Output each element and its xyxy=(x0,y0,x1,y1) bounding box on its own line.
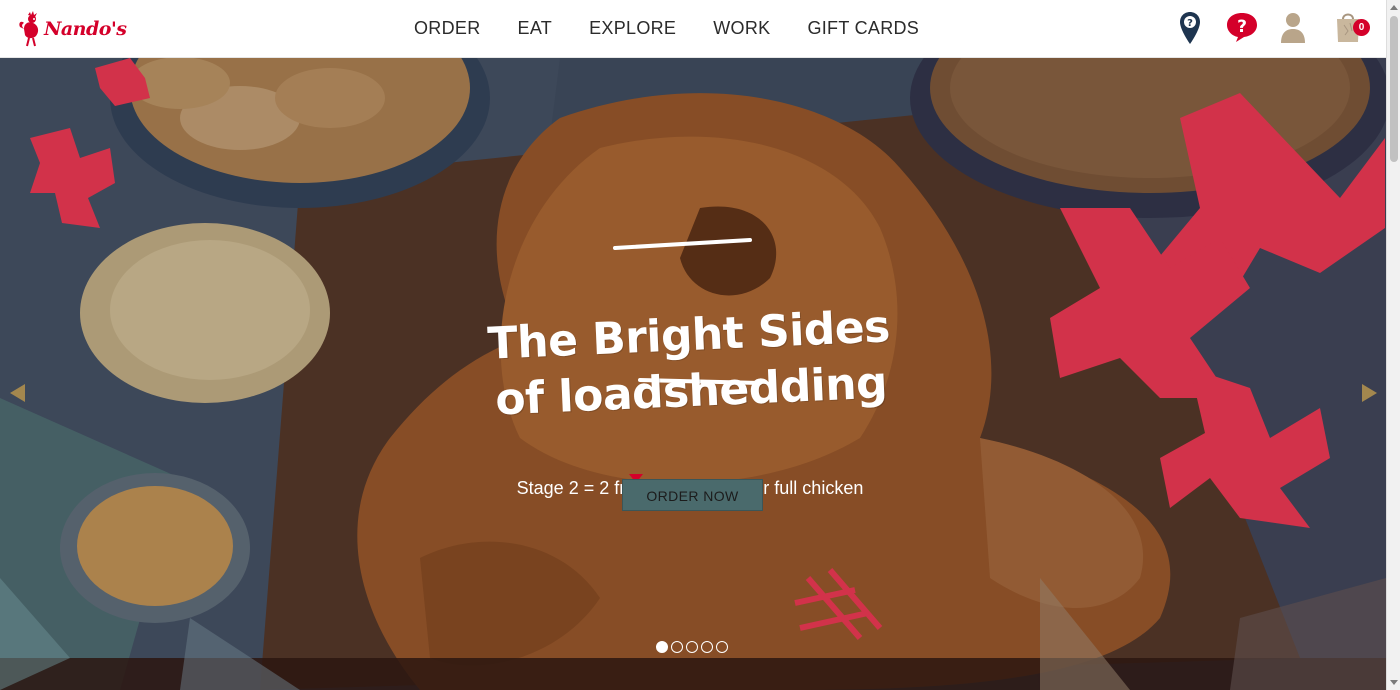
nav-item-gift-cards[interactable]: GIFT CARDS xyxy=(807,18,919,39)
carousel-dot-5[interactable] xyxy=(716,641,728,653)
nav-item-order[interactable]: ORDER xyxy=(414,18,481,39)
carousel-dot-3[interactable] xyxy=(686,641,698,653)
rooster-logo-icon xyxy=(19,11,39,47)
carousel-dots xyxy=(656,641,728,653)
carousel-next-arrow-icon[interactable] xyxy=(1362,384,1377,402)
nandos-logo[interactable]: Nando's xyxy=(16,8,140,50)
hero-title: The Bright Sides of loadshedding xyxy=(468,298,912,429)
svg-text:?: ? xyxy=(1187,18,1193,29)
nav-item-explore[interactable]: EXPLORE xyxy=(589,18,676,39)
site-header: Nando's ORDER EAT EXPLORE WORK GIFT CARD… xyxy=(0,0,1386,58)
shopping-bag-icon[interactable]: 0 xyxy=(1334,9,1370,45)
scroll-down-arrow-icon[interactable] xyxy=(1390,680,1398,685)
user-account-icon[interactable] xyxy=(1279,11,1307,49)
cart-count-badge: 0 xyxy=(1353,19,1370,36)
carousel-prev-arrow-icon[interactable] xyxy=(10,384,25,402)
nav-item-eat[interactable]: EAT xyxy=(518,18,553,39)
main-nav: ORDER EAT EXPLORE WORK GIFT CARDS xyxy=(396,18,919,39)
nav-item-work[interactable]: WORK xyxy=(713,18,770,39)
help-speech-bubble-icon[interactable]: ? xyxy=(1225,11,1259,47)
order-now-button[interactable]: ORDER NOW xyxy=(622,479,763,511)
carousel-dot-1[interactable] xyxy=(656,641,668,653)
brand-name: Nando's xyxy=(44,18,127,40)
carousel-dot-2[interactable] xyxy=(671,641,683,653)
location-pin-icon[interactable]: ? xyxy=(1178,10,1202,50)
carousel-dot-4[interactable] xyxy=(701,641,713,653)
scroll-thumb[interactable] xyxy=(1390,16,1398,162)
page-scrollbar[interactable] xyxy=(1386,0,1400,690)
hero-carousel: The Bright Sides of loadshedding Stage 2… xyxy=(0,58,1386,690)
scroll-up-arrow-icon[interactable] xyxy=(1390,5,1398,10)
svg-text:?: ? xyxy=(1237,17,1247,37)
